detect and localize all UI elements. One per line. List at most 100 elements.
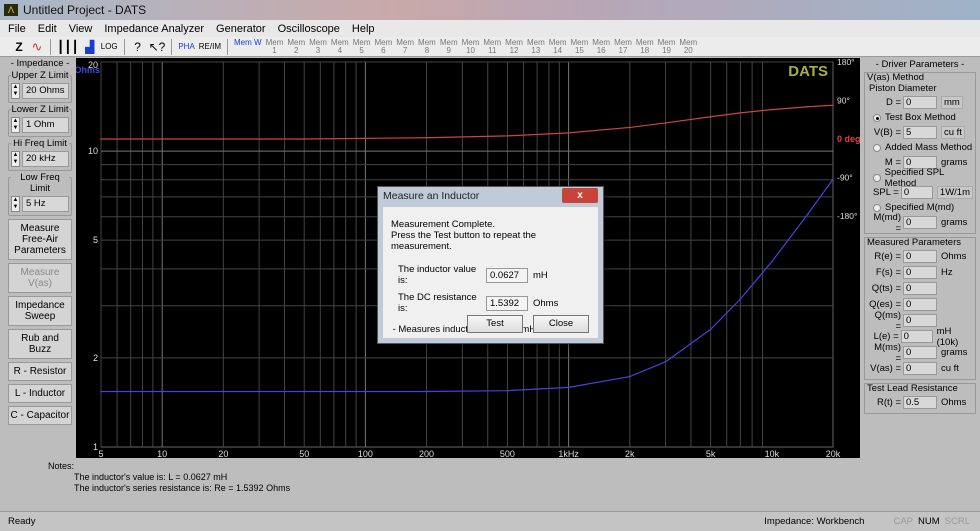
measure-inductor-dialog: Measure an Inductor x Measurement Comple… [377, 186, 604, 344]
limit-input[interactable]: 1 Ohm [22, 117, 69, 133]
spinner-arrows[interactable]: ▲ ▼ [11, 83, 20, 99]
bars-icon[interactable]: ┃┃┃ [57, 39, 79, 55]
separator [227, 38, 229, 55]
mem-slot-icon[interactable]: Mem 16 [592, 39, 610, 55]
sine-wave-icon[interactable]: ∿ [30, 39, 44, 55]
mem-slot-icon[interactable]: Mem 15 [571, 39, 589, 55]
measured-input[interactable]: 0 [900, 330, 933, 343]
phase-point [739, 112, 742, 114]
menu-impedance-analyzer[interactable]: Impedance Analyzer [104, 23, 204, 35]
impedance-point [709, 328, 712, 331]
menu-edit[interactable]: Edit [38, 23, 57, 35]
menu-help[interactable]: Help [352, 23, 375, 35]
close-icon[interactable]: x [562, 188, 598, 203]
help-icon[interactable]: ? [131, 39, 145, 55]
menu-oscilloscope[interactable]: Oscilloscope [278, 23, 340, 35]
impedance-icon[interactable]: Z [12, 39, 26, 55]
spinner-arrows[interactable]: ▲ ▼ [11, 151, 20, 167]
notes: Notes: The inductor's value is: L = 0.06… [48, 461, 290, 494]
re-im-icon[interactable]: RE/IM [199, 39, 221, 55]
label: Q(ms) = [874, 309, 901, 332]
scrl-indicator: SCRL [944, 516, 970, 527]
test-button[interactable]: Test [467, 315, 523, 333]
limit-input[interactable]: 5 Hz [22, 196, 69, 212]
bar-chart-icon[interactable]: ▟ [83, 39, 97, 55]
menu-generator[interactable]: Generator [216, 23, 266, 35]
mmd-input[interactable]: 0 [903, 216, 937, 229]
rt-input[interactable]: 0.5 [903, 396, 937, 409]
measured-input[interactable]: 0 [903, 298, 937, 311]
label: R(t) = [876, 397, 901, 408]
phase-point [664, 122, 667, 124]
phase-icon[interactable]: PHA [178, 39, 194, 55]
label: The DC resistance is: [398, 292, 477, 314]
spl-input[interactable]: 0 [900, 186, 933, 199]
spinner-arrows[interactable]: ▲ ▼ [11, 117, 20, 133]
added-mass-radio[interactable]: Added Mass Method [867, 141, 973, 154]
measured-input[interactable]: 0 [903, 250, 937, 263]
menu-file[interactable]: File [8, 23, 26, 35]
mem-slot-icon[interactable]: Mem 14 [549, 39, 567, 55]
message: Measurement Complete. [391, 219, 496, 230]
log-icon[interactable]: LOG [101, 39, 118, 55]
mem-slot-icon[interactable]: Mem 12 [505, 39, 523, 55]
mem-slot-icon[interactable]: Mem 10 [462, 39, 480, 55]
unit: Ohms [941, 251, 967, 262]
impedance-point [832, 178, 834, 181]
mem-slot-icon[interactable]: Mem 4 [331, 39, 349, 55]
mem-w-icon[interactable]: Mem W [234, 39, 262, 55]
limit-input[interactable]: 20 kHz [22, 151, 69, 167]
mem-slot-icon[interactable]: Mem 6 [374, 39, 392, 55]
mem-slot-icon[interactable]: Mem 3 [309, 39, 327, 55]
status-mode: Impedance: Workbench [764, 516, 865, 527]
spinner-arrows[interactable]: ▲ ▼ [11, 196, 20, 212]
label: D = [885, 97, 901, 108]
menu-view[interactable]: View [69, 23, 93, 35]
test-box-radio[interactable]: Test Box Method [867, 111, 973, 124]
mem-slot-icon[interactable]: Mem 9 [440, 39, 458, 55]
specified-spl-radio[interactable]: Specified SPL Method [867, 167, 973, 189]
panel-button[interactable]: L - Inductor [8, 384, 72, 403]
unit: grams [941, 347, 968, 358]
panel-button[interactable]: C - Capacitor [8, 406, 72, 425]
mem-slot-icon[interactable]: Mem 11 [483, 39, 501, 55]
impedance-point [771, 260, 773, 263]
mem-slot-icon[interactable]: Mem 18 [636, 39, 654, 55]
mem-slot-icon[interactable]: Mem 7 [396, 39, 414, 55]
label: V(B) = [873, 127, 901, 138]
measured-input[interactable]: 0 [903, 346, 937, 359]
mem-slot-icon[interactable]: Mem 2 [287, 39, 305, 55]
unit: Hz [941, 267, 953, 278]
mem-slot-icon[interactable]: Mem 13 [527, 39, 545, 55]
mem-slot-icon[interactable]: Mem 8 [418, 39, 436, 55]
inductor-value-field: 0.0627 [486, 267, 528, 283]
mem-slot-icon[interactable]: Mem 17 [614, 39, 632, 55]
mem-slot-icon[interactable]: Mem 1 [266, 39, 284, 55]
mem-slot-icon[interactable]: Mem 19 [658, 39, 676, 55]
panel-button[interactable]: Measure Free-Air Parameters [8, 219, 72, 260]
limit-input[interactable]: 20 Ohms [22, 83, 69, 99]
label: M(ms) = [874, 341, 901, 364]
phase-point [567, 132, 570, 134]
x-tick-label: 2k [625, 449, 635, 458]
panel-button[interactable]: Measure V(as) [8, 263, 72, 293]
panel-button[interactable]: R - Resistor [8, 362, 72, 381]
unit: cu ft [941, 126, 965, 139]
mem-slot-icon[interactable]: Mem 5 [353, 39, 371, 55]
measured-input[interactable]: 0 [903, 314, 937, 327]
impedance-point [222, 390, 225, 393]
measured-input[interactable]: 0 [903, 282, 937, 295]
context-help-icon[interactable]: ↖? [149, 39, 166, 55]
impedance-point [364, 390, 367, 393]
label: L(e) = [873, 331, 899, 342]
measured-input[interactable]: 0 [903, 362, 937, 375]
measured-input[interactable]: 0 [903, 266, 937, 279]
menu-bar: File Edit View Impedance Analyzer Genera… [0, 20, 980, 37]
mem-slot-icon[interactable]: Mem 20 [679, 39, 697, 55]
close-button[interactable]: Close [533, 315, 589, 333]
d-input[interactable]: 0 [903, 96, 937, 109]
panel-title: - Impedance - [10, 58, 70, 69]
vb-input[interactable]: 5 [903, 126, 937, 139]
panel-button[interactable]: Impedance Sweep [8, 296, 72, 326]
panel-button[interactable]: Rub and Buzz [8, 329, 72, 359]
